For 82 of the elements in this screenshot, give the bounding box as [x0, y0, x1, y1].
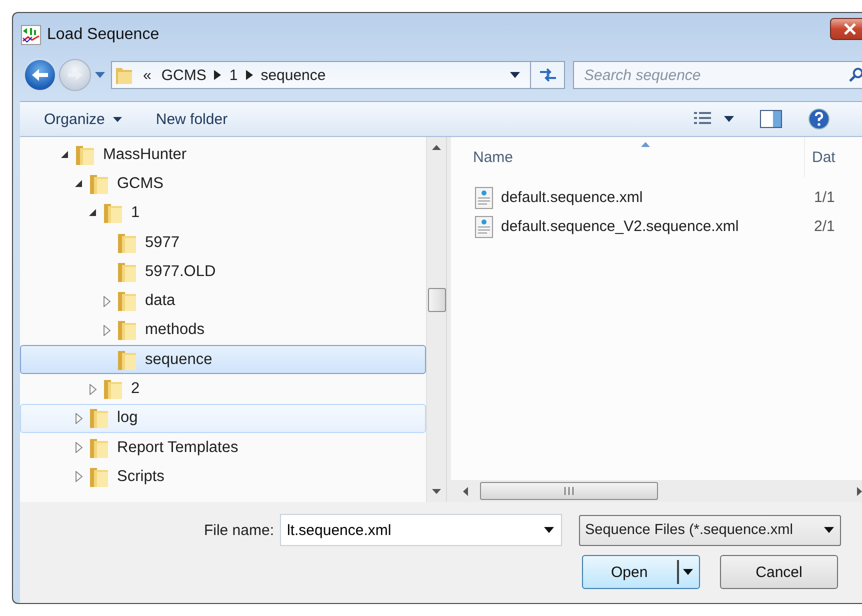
caret-icon[interactable]: [724, 116, 734, 122]
collapsed-arrow-icon[interactable]: [75, 442, 83, 454]
caret-icon: [824, 527, 834, 533]
file-name-label: File name:: [202, 522, 275, 538]
close-icon: [843, 23, 857, 35]
folder-icon: [89, 407, 109, 430]
new-folder-button[interactable]: New folder: [144, 106, 240, 132]
folder-icon: [117, 260, 137, 283]
view-list-icon[interactable]: [694, 111, 712, 127]
folder-icon: [89, 436, 109, 459]
cancel-button[interactable]: Cancel: [720, 555, 838, 589]
overflow-crumb[interactable]: «: [143, 66, 152, 84]
caret-icon[interactable]: [683, 569, 693, 575]
collapsed-arrow-icon[interactable]: [103, 296, 111, 307]
tree-item[interactable]: Scripts: [20, 462, 426, 492]
folder-icon: [89, 466, 109, 488]
caret-icon: [112, 116, 122, 122]
tree-item[interactable]: methods: [20, 316, 426, 346]
tree-item[interactable]: sequence: [20, 345, 426, 374]
tree-item[interactable]: data: [20, 286, 426, 316]
tree-item[interactable]: GCMS: [20, 169, 426, 199]
expanded-arrow-icon[interactable]: [61, 150, 69, 159]
scroll-down-icon[interactable]: [432, 489, 441, 494]
scroll-up-icon[interactable]: [432, 145, 441, 150]
xml-file-icon: [475, 186, 493, 208]
chevron-icon[interactable]: [214, 70, 222, 80]
folder-icon: [117, 232, 137, 254]
tree-item[interactable]: Report Templates: [20, 432, 426, 462]
search-icon: [848, 67, 862, 83]
folder-icon: [117, 348, 137, 371]
back-arrow-icon: [30, 67, 50, 83]
expanded-arrow-icon[interactable]: [75, 180, 83, 188]
collapsed-arrow-icon[interactable]: [75, 412, 83, 424]
column-header[interactable]: Dat: [805, 137, 836, 177]
file-item[interactable]: default.sequence_V2.sequence.xml: [451, 216, 805, 238]
chart-app-icon: [21, 25, 41, 45]
tree-item[interactable]: 5977.OLD: [20, 257, 426, 286]
tree-item[interactable]: 1: [20, 198, 426, 228]
folder-icon: [115, 65, 133, 85]
expanded-arrow-icon[interactable]: [89, 209, 97, 218]
window-title: Load Sequence: [47, 26, 160, 44]
open-button[interactable]: Open: [582, 555, 700, 589]
organize-button[interactable]: Organize: [32, 106, 134, 132]
sort-arrow-icon: [641, 142, 650, 147]
breadcrumb[interactable]: GCMS: [161, 66, 206, 84]
collapsed-arrow-icon[interactable]: [89, 384, 97, 395]
folder-icon: [103, 378, 123, 400]
scrollbar-thumb[interactable]: [428, 288, 446, 312]
search-field[interactable]: Search sequence: [573, 61, 862, 89]
refresh-button[interactable]: [531, 61, 565, 89]
folder-icon: [89, 172, 109, 195]
back-button[interactable]: [23, 58, 57, 92]
scroll-left-icon[interactable]: [463, 486, 468, 496]
xml-file-icon: [475, 216, 493, 238]
caret-icon[interactable]: [510, 72, 520, 78]
breadcrumb[interactable]: 1: [229, 66, 238, 84]
address-bar[interactable]: « GCMS 1 sequence: [111, 61, 531, 89]
collapsed-arrow-icon[interactable]: [103, 324, 111, 336]
folder-icon: [117, 319, 137, 342]
preview-pane-icon[interactable]: [760, 110, 782, 128]
tree-item[interactable]: 5977: [20, 228, 426, 258]
refresh-icon: [538, 67, 558, 83]
name-column-header[interactable]: Name: [451, 137, 805, 177]
collapsed-arrow-icon[interactable]: [75, 471, 83, 482]
tree-item[interactable]: log: [20, 404, 426, 433]
folder-icon: [103, 202, 123, 224]
scroll-right-icon[interactable]: [857, 486, 862, 496]
breadcrumb[interactable]: sequence: [260, 66, 326, 84]
tree-item[interactable]: 2: [20, 374, 426, 404]
file-name-field[interactable]: lt.sequence.xml: [280, 514, 562, 546]
caret-icon[interactable]: [544, 527, 554, 533]
date-cell-text: 2/1: [813, 218, 835, 235]
folder-icon: [75, 144, 95, 166]
file-type-dropdown[interactable]: Sequence Files (*.sequence.xml: [579, 514, 841, 546]
close-button[interactable]: [830, 18, 862, 40]
date-cell-text: 1/1: [813, 189, 835, 206]
file-item[interactable]: default.sequence.xml: [451, 186, 805, 208]
folder-icon: [117, 290, 137, 312]
tree-item[interactable]: MassHunter: [20, 140, 426, 170]
scrollbar-thumb[interactable]: [480, 482, 658, 500]
chevron-icon[interactable]: [246, 70, 253, 80]
help-icon[interactable]: [808, 108, 830, 130]
